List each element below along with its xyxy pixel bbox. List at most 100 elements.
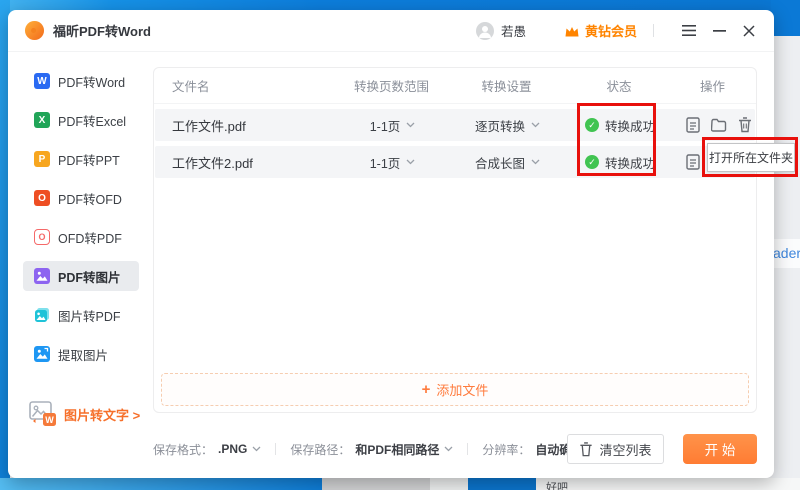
convert-setting-dropdown[interactable]: 合成长图 <box>445 153 570 172</box>
background-bottom-blue2 <box>468 478 536 490</box>
file-row: 工作文件2.pdf 1-1页 合成长图 ✓ 转换成功 <box>155 146 755 178</box>
menu-icon <box>682 25 696 36</box>
save-path-value: 和PDF相同路径 <box>355 441 439 458</box>
sidebar-item-image-to-text[interactable]: W 图片转文字 > <box>23 397 154 431</box>
titlebar-divider <box>653 24 654 37</box>
chevron-down-icon <box>531 159 540 165</box>
background-bottom-light <box>430 478 468 490</box>
column-header-filename: 文件名 <box>154 76 339 95</box>
open-file-button[interactable] <box>685 154 701 170</box>
save-format-select[interactable]: 保存格式： .PNG <box>153 441 261 458</box>
minimize-button[interactable] <box>710 22 728 40</box>
trash-icon <box>738 117 752 133</box>
background-partial-link-text: ader <box>773 245 800 261</box>
sidebar-item-pdf-to-excel[interactable]: X PDF转Excel <box>23 105 139 135</box>
images-icon <box>34 307 50 323</box>
background-bottom-strip <box>0 478 800 490</box>
avatar-icon <box>476 22 494 40</box>
app-title: 福昕PDF转Word <box>53 21 151 40</box>
footer-divider <box>275 443 276 455</box>
status-badge: ✓ 转换成功 <box>570 153 670 172</box>
footer-options: 保存格式： .PNG 保存路径： 和PDF相同路径 分辨率： 自动确定 <box>153 434 597 464</box>
vip-membership-link[interactable]: 黄钻会员 <box>564 21 637 40</box>
sidebar-item-label: OFD转PDF <box>58 228 122 247</box>
file-icon <box>686 154 700 170</box>
sidebar-item-label: PDF转PPT <box>58 150 120 169</box>
save-format-label: 保存格式： <box>153 441 213 458</box>
clear-list-label: 清空列表 <box>599 440 651 459</box>
background-right-blue <box>771 0 800 36</box>
open-folder-button[interactable] <box>711 117 727 133</box>
chevron-down-icon <box>531 122 540 128</box>
sidebar-item-label: PDF转图片 <box>58 267 121 286</box>
minimize-icon <box>713 30 726 32</box>
ofd-icon: O <box>34 190 50 206</box>
save-format-value: .PNG <box>218 442 247 456</box>
sidebar: W PDF转Word X PDF转Excel P PDF转PPT O PDF转O… <box>8 66 154 431</box>
convert-setting-value: 合成长图 <box>475 153 525 172</box>
chevron-down-icon <box>444 446 453 452</box>
background-bottom-blue <box>0 478 322 490</box>
image-to-text-icon: W <box>29 401 57 427</box>
clear-list-button[interactable]: 清空列表 <box>567 434 664 464</box>
trash-icon <box>579 442 593 457</box>
success-check-icon: ✓ <box>585 118 599 132</box>
page-range-dropdown[interactable]: 1-1页 <box>340 153 445 172</box>
menu-button[interactable] <box>680 22 698 40</box>
page-range-value: 1-1页 <box>370 116 401 135</box>
chevron-down-icon <box>406 159 415 165</box>
plus-icon: + <box>422 381 431 398</box>
add-file-label: 添加文件 <box>436 380 488 399</box>
excel-icon: X <box>34 112 50 128</box>
sidebar-item-image-to-pdf[interactable]: 图片转PDF <box>23 300 139 330</box>
resolution-label: 分辨率： <box>482 441 530 458</box>
vip-label: 黄钻会员 <box>585 21 637 40</box>
chevron-down-icon <box>406 122 415 128</box>
background-bottom-gray <box>322 478 430 490</box>
sidebar-item-pdf-to-word[interactable]: W PDF转Word <box>23 66 139 96</box>
start-button[interactable]: 开 始 <box>683 434 757 464</box>
page-range-dropdown[interactable]: 1-1页 <box>340 116 445 135</box>
close-button[interactable] <box>740 22 758 40</box>
sidebar-item-extract-image[interactable]: 提取图片 <box>23 339 139 369</box>
sidebar-item-pdf-to-image[interactable]: PDF转图片 <box>23 261 139 291</box>
filename: 工作文件2.pdf <box>155 153 340 172</box>
convert-setting-dropdown[interactable]: 逐页转换 <box>445 116 570 135</box>
sidebar-item-label: 图片转PDF <box>58 306 121 325</box>
sidebar-item-label: PDF转Word <box>58 72 125 91</box>
sidebar-item-ofd-to-pdf[interactable]: O OFD转PDF <box>23 222 139 252</box>
file-icon <box>686 117 700 133</box>
column-header-settings: 转换设置 <box>444 76 569 95</box>
save-path-select[interactable]: 保存路径： 和PDF相同路径 <box>290 441 453 458</box>
sidebar-item-label: PDF转OFD <box>58 189 122 208</box>
tooltip-open-folder: 打开所在文件夹 <box>707 143 795 172</box>
column-header-actions: 操作 <box>669 76 756 95</box>
avatar[interactable] <box>476 22 494 40</box>
close-icon <box>743 25 755 37</box>
sidebar-item-label: PDF转Excel <box>58 111 126 130</box>
footer-divider <box>467 443 468 455</box>
convert-setting-value: 逐页转换 <box>475 116 525 135</box>
row-actions <box>670 117 755 133</box>
word-icon: W <box>34 73 50 89</box>
sidebar-item-pdf-to-ppt[interactable]: P PDF转PPT <box>23 144 139 174</box>
delete-file-button[interactable] <box>737 117 753 133</box>
status-badge: ✓ 转换成功 <box>570 116 670 135</box>
app-window: 福昕PDF转Word 若愚 黄钻会员 <box>8 10 774 478</box>
file-list-panel: 文件名 转换页数范围 转换设置 状态 操作 工作文件.pdf 1-1页 逐页转换… <box>153 67 757 413</box>
open-file-button[interactable] <box>685 117 701 133</box>
crown-icon <box>564 24 580 38</box>
sidebar-item-pdf-to-ofd[interactable]: O PDF转OFD <box>23 183 139 213</box>
folder-icon <box>711 118 727 132</box>
filename: 工作文件.pdf <box>155 116 340 135</box>
page-range-value: 1-1页 <box>370 153 401 172</box>
success-check-icon: ✓ <box>585 155 599 169</box>
ppt-icon: P <box>34 151 50 167</box>
promo-label: 图片转文字 > <box>64 405 140 424</box>
footer-bar: 保存格式： .PNG 保存路径： 和PDF相同路径 分辨率： 自动确定 清空列表 <box>8 434 774 464</box>
list-header: 文件名 转换页数范围 转换设置 状态 操作 <box>154 68 756 104</box>
add-file-button[interactable]: + 添加文件 <box>161 373 749 406</box>
username: 若愚 <box>501 21 526 40</box>
column-header-page-range: 转换页数范围 <box>339 76 444 95</box>
titlebar-right: 若愚 黄钻会员 <box>476 21 758 40</box>
